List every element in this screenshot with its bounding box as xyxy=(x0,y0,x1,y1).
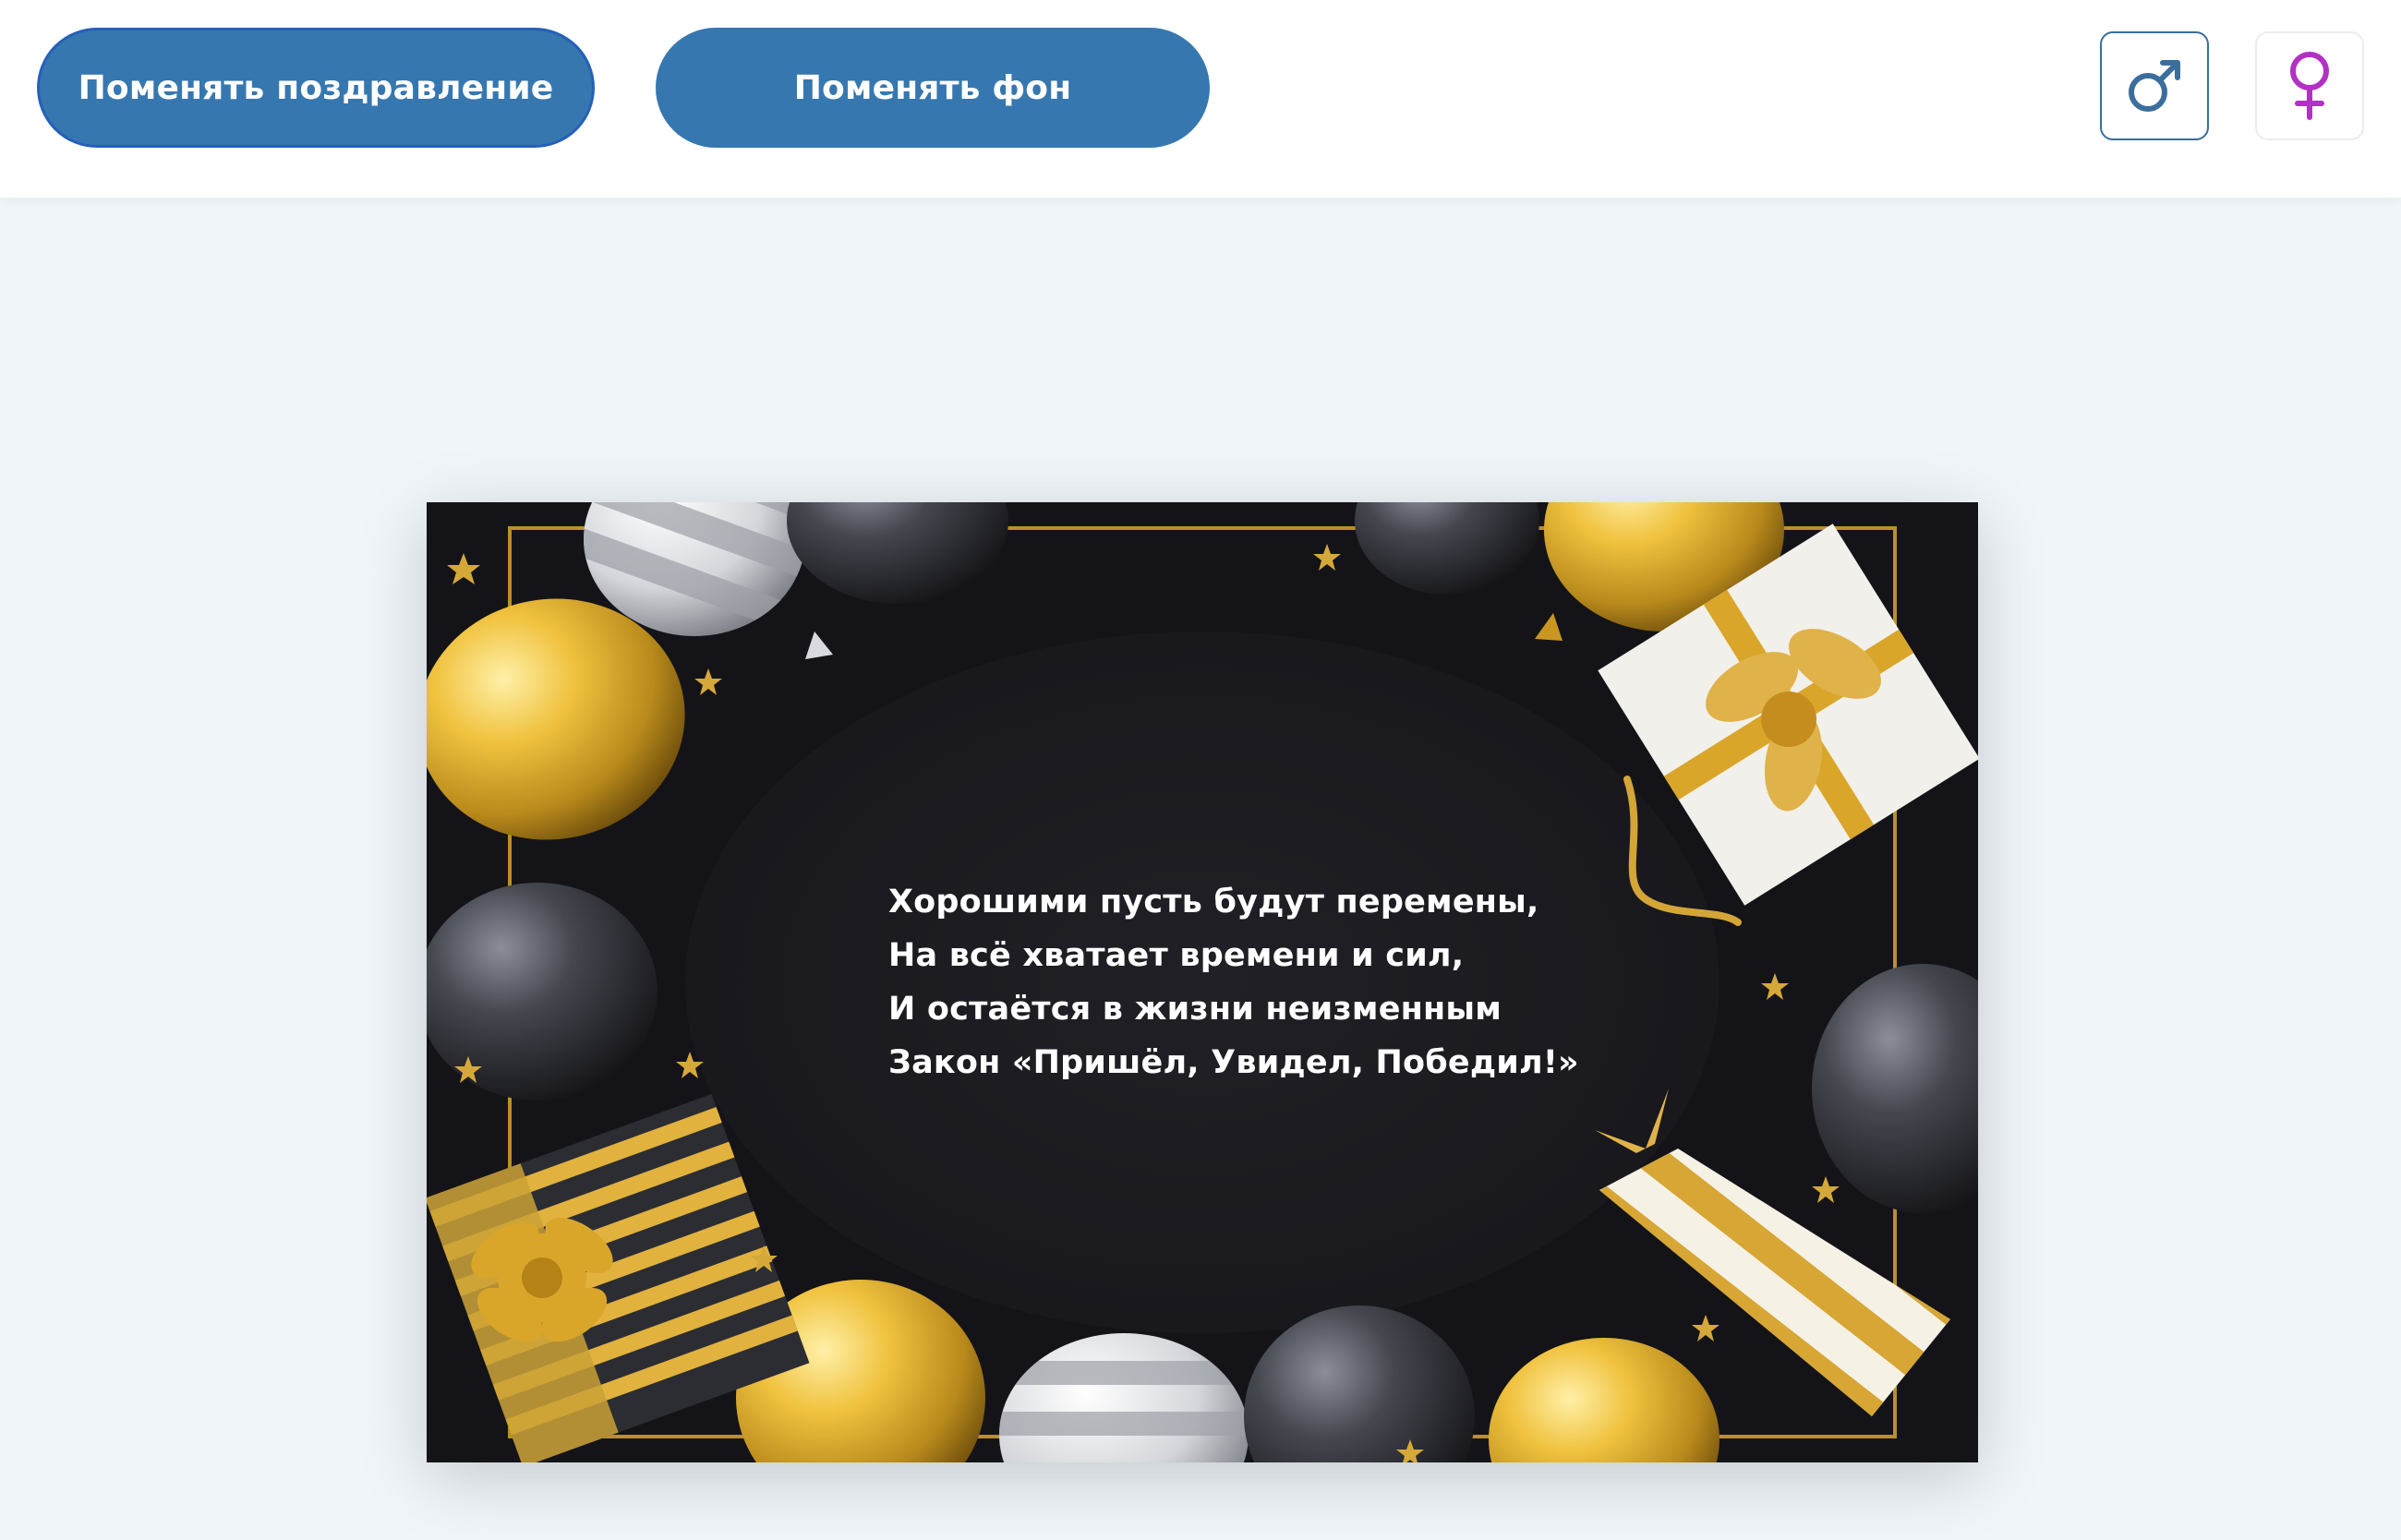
change-background-button[interactable]: Поменять фон xyxy=(656,28,1210,148)
poem-line: На всё хватает времени и сил, xyxy=(888,937,1465,974)
female-symbol-icon xyxy=(2290,52,2329,120)
poem-line: Закон «Пришёл, Увидел, Победил!» xyxy=(888,1044,1579,1081)
change-greeting-button[interactable]: Поменять поздравление xyxy=(37,28,595,148)
greeting-card: Хорошими пусть будут перемены, На всё хв… xyxy=(427,502,1978,1462)
male-symbol-icon xyxy=(2129,60,2180,112)
female-toggle-button[interactable] xyxy=(2255,31,2364,140)
poem-line: И остаётся в жизни неизменным xyxy=(888,991,1502,1028)
male-toggle-button[interactable] xyxy=(2100,31,2209,140)
top-toolbar: Поменять поздравление Поменять фон xyxy=(0,0,2401,198)
poem-line: Хорошими пусть будут перемены, xyxy=(888,884,1539,920)
greeting-poem: Хорошими пусть будут перемены, На всё хв… xyxy=(888,875,1579,1089)
